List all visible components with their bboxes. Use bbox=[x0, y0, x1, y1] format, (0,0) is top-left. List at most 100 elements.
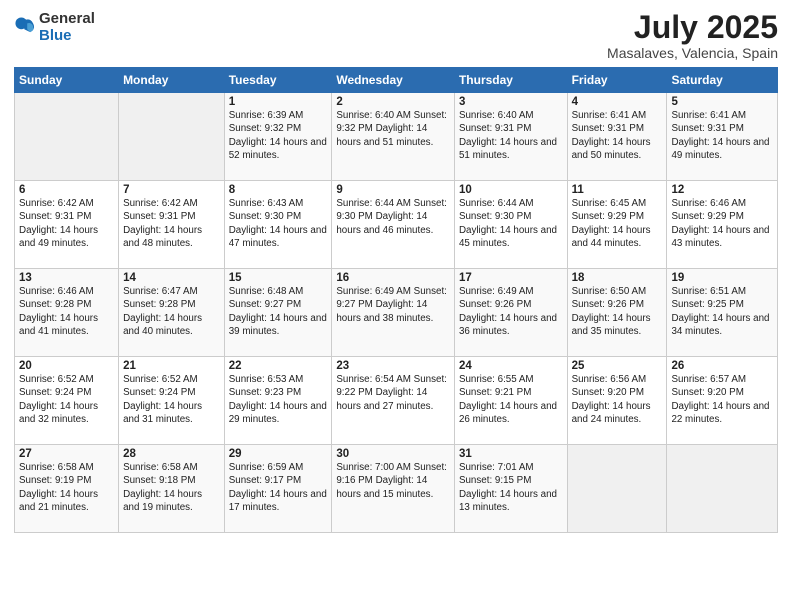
day-info: Sunrise: 6:42 AM Sunset: 9:31 PM Dayligh… bbox=[19, 197, 114, 250]
day-number: 2 bbox=[336, 96, 450, 108]
calendar-cell: 23Sunrise: 6:54 AM Sunset: 9:22 PM Dayli… bbox=[332, 357, 455, 445]
day-info: Sunrise: 6:44 AM Sunset: 9:30 PM Dayligh… bbox=[459, 197, 563, 250]
day-info: Sunrise: 6:53 AM Sunset: 9:23 PM Dayligh… bbox=[229, 373, 328, 426]
day-info: Sunrise: 6:46 AM Sunset: 9:29 PM Dayligh… bbox=[671, 197, 773, 250]
day-info: Sunrise: 6:57 AM Sunset: 9:20 PM Dayligh… bbox=[671, 373, 773, 426]
calendar-cell: 24Sunrise: 6:55 AM Sunset: 9:21 PM Dayli… bbox=[454, 357, 567, 445]
calendar-cell: 10Sunrise: 6:44 AM Sunset: 9:30 PM Dayli… bbox=[454, 181, 567, 269]
calendar-cell bbox=[119, 93, 225, 181]
calendar-cell: 29Sunrise: 6:59 AM Sunset: 9:17 PM Dayli… bbox=[224, 445, 332, 533]
day-number: 21 bbox=[123, 360, 220, 372]
col-header-friday: Friday bbox=[567, 68, 667, 93]
calendar-row-0: 1Sunrise: 6:39 AM Sunset: 9:32 PM Daylig… bbox=[15, 93, 778, 181]
day-number: 11 bbox=[572, 184, 663, 196]
page: General Blue July 2025 Masalaves, Valenc… bbox=[0, 0, 792, 612]
logo-icon bbox=[14, 16, 36, 38]
calendar-cell: 21Sunrise: 6:52 AM Sunset: 9:24 PM Dayli… bbox=[119, 357, 225, 445]
calendar-cell: 19Sunrise: 6:51 AM Sunset: 9:25 PM Dayli… bbox=[667, 269, 778, 357]
day-info: Sunrise: 6:48 AM Sunset: 9:27 PM Dayligh… bbox=[229, 285, 328, 338]
day-info: Sunrise: 6:47 AM Sunset: 9:28 PM Dayligh… bbox=[123, 285, 220, 338]
col-header-thursday: Thursday bbox=[454, 68, 567, 93]
day-info: Sunrise: 6:55 AM Sunset: 9:21 PM Dayligh… bbox=[459, 373, 563, 426]
day-info: Sunrise: 6:49 AM Sunset: 9:26 PM Dayligh… bbox=[459, 285, 563, 338]
day-info: Sunrise: 6:46 AM Sunset: 9:28 PM Dayligh… bbox=[19, 285, 114, 338]
day-number: 1 bbox=[229, 96, 328, 108]
main-title: July 2025 bbox=[607, 10, 778, 45]
day-info: Sunrise: 6:56 AM Sunset: 9:20 PM Dayligh… bbox=[572, 373, 663, 426]
header: General Blue July 2025 Masalaves, Valenc… bbox=[14, 10, 778, 61]
day-number: 4 bbox=[572, 96, 663, 108]
calendar-cell: 25Sunrise: 6:56 AM Sunset: 9:20 PM Dayli… bbox=[567, 357, 667, 445]
calendar-cell: 31Sunrise: 7:01 AM Sunset: 9:15 PM Dayli… bbox=[454, 445, 567, 533]
calendar-cell: 8Sunrise: 6:43 AM Sunset: 9:30 PM Daylig… bbox=[224, 181, 332, 269]
day-info: Sunrise: 7:00 AM Sunset: 9:16 PM Dayligh… bbox=[336, 461, 450, 501]
calendar-cell: 11Sunrise: 6:45 AM Sunset: 9:29 PM Dayli… bbox=[567, 181, 667, 269]
day-number: 30 bbox=[336, 448, 450, 460]
logo-text: General Blue bbox=[39, 10, 95, 45]
day-number: 5 bbox=[671, 96, 773, 108]
day-info: Sunrise: 6:58 AM Sunset: 9:18 PM Dayligh… bbox=[123, 461, 220, 514]
day-number: 7 bbox=[123, 184, 220, 196]
subtitle: Masalaves, Valencia, Spain bbox=[607, 45, 778, 61]
calendar-cell: 27Sunrise: 6:58 AM Sunset: 9:19 PM Dayli… bbox=[15, 445, 119, 533]
calendar-cell: 22Sunrise: 6:53 AM Sunset: 9:23 PM Dayli… bbox=[224, 357, 332, 445]
day-number: 14 bbox=[123, 272, 220, 284]
calendar-cell: 4Sunrise: 6:41 AM Sunset: 9:31 PM Daylig… bbox=[567, 93, 667, 181]
logo-general: General bbox=[39, 10, 95, 27]
calendar-cell: 17Sunrise: 6:49 AM Sunset: 9:26 PM Dayli… bbox=[454, 269, 567, 357]
calendar-cell: 12Sunrise: 6:46 AM Sunset: 9:29 PM Dayli… bbox=[667, 181, 778, 269]
day-number: 20 bbox=[19, 360, 114, 372]
day-number: 3 bbox=[459, 96, 563, 108]
day-info: Sunrise: 6:39 AM Sunset: 9:32 PM Dayligh… bbox=[229, 109, 328, 162]
logo-blue: Blue bbox=[39, 27, 72, 44]
calendar-cell: 26Sunrise: 6:57 AM Sunset: 9:20 PM Dayli… bbox=[667, 357, 778, 445]
day-number: 24 bbox=[459, 360, 563, 372]
day-info: Sunrise: 6:45 AM Sunset: 9:29 PM Dayligh… bbox=[572, 197, 663, 250]
calendar-cell: 9Sunrise: 6:44 AM Sunset: 9:30 PM Daylig… bbox=[332, 181, 455, 269]
calendar-cell: 20Sunrise: 6:52 AM Sunset: 9:24 PM Dayli… bbox=[15, 357, 119, 445]
day-number: 8 bbox=[229, 184, 328, 196]
calendar-cell: 18Sunrise: 6:50 AM Sunset: 9:26 PM Dayli… bbox=[567, 269, 667, 357]
day-info: Sunrise: 6:41 AM Sunset: 9:31 PM Dayligh… bbox=[671, 109, 773, 162]
col-header-monday: Monday bbox=[119, 68, 225, 93]
day-info: Sunrise: 6:44 AM Sunset: 9:30 PM Dayligh… bbox=[336, 197, 450, 237]
day-number: 15 bbox=[229, 272, 328, 284]
calendar-cell: 14Sunrise: 6:47 AM Sunset: 9:28 PM Dayli… bbox=[119, 269, 225, 357]
day-info: Sunrise: 6:50 AM Sunset: 9:26 PM Dayligh… bbox=[572, 285, 663, 338]
calendar-cell: 30Sunrise: 7:00 AM Sunset: 9:16 PM Dayli… bbox=[332, 445, 455, 533]
day-info: Sunrise: 6:40 AM Sunset: 9:32 PM Dayligh… bbox=[336, 109, 450, 149]
day-info: Sunrise: 7:01 AM Sunset: 9:15 PM Dayligh… bbox=[459, 461, 563, 514]
calendar-row-3: 20Sunrise: 6:52 AM Sunset: 9:24 PM Dayli… bbox=[15, 357, 778, 445]
day-info: Sunrise: 6:43 AM Sunset: 9:30 PM Dayligh… bbox=[229, 197, 328, 250]
day-number: 31 bbox=[459, 448, 563, 460]
day-number: 9 bbox=[336, 184, 450, 196]
calendar-cell bbox=[667, 445, 778, 533]
calendar-cell: 13Sunrise: 6:46 AM Sunset: 9:28 PM Dayli… bbox=[15, 269, 119, 357]
day-number: 17 bbox=[459, 272, 563, 284]
day-info: Sunrise: 6:52 AM Sunset: 9:24 PM Dayligh… bbox=[123, 373, 220, 426]
day-info: Sunrise: 6:41 AM Sunset: 9:31 PM Dayligh… bbox=[572, 109, 663, 162]
day-info: Sunrise: 6:59 AM Sunset: 9:17 PM Dayligh… bbox=[229, 461, 328, 514]
calendar-row-1: 6Sunrise: 6:42 AM Sunset: 9:31 PM Daylig… bbox=[15, 181, 778, 269]
day-number: 23 bbox=[336, 360, 450, 372]
calendar-row-2: 13Sunrise: 6:46 AM Sunset: 9:28 PM Dayli… bbox=[15, 269, 778, 357]
day-number: 27 bbox=[19, 448, 114, 460]
calendar-cell bbox=[15, 93, 119, 181]
day-number: 16 bbox=[336, 272, 450, 284]
calendar-cell bbox=[567, 445, 667, 533]
title-block: July 2025 Masalaves, Valencia, Spain bbox=[607, 10, 778, 61]
day-info: Sunrise: 6:52 AM Sunset: 9:24 PM Dayligh… bbox=[19, 373, 114, 426]
day-number: 10 bbox=[459, 184, 563, 196]
calendar-cell: 2Sunrise: 6:40 AM Sunset: 9:32 PM Daylig… bbox=[332, 93, 455, 181]
calendar-cell: 3Sunrise: 6:40 AM Sunset: 9:31 PM Daylig… bbox=[454, 93, 567, 181]
day-number: 12 bbox=[671, 184, 773, 196]
day-info: Sunrise: 6:40 AM Sunset: 9:31 PM Dayligh… bbox=[459, 109, 563, 162]
calendar-row-4: 27Sunrise: 6:58 AM Sunset: 9:19 PM Dayli… bbox=[15, 445, 778, 533]
day-number: 25 bbox=[572, 360, 663, 372]
day-number: 18 bbox=[572, 272, 663, 284]
col-header-saturday: Saturday bbox=[667, 68, 778, 93]
logo: General Blue bbox=[14, 10, 95, 45]
day-number: 26 bbox=[671, 360, 773, 372]
calendar-cell: 16Sunrise: 6:49 AM Sunset: 9:27 PM Dayli… bbox=[332, 269, 455, 357]
day-number: 19 bbox=[671, 272, 773, 284]
